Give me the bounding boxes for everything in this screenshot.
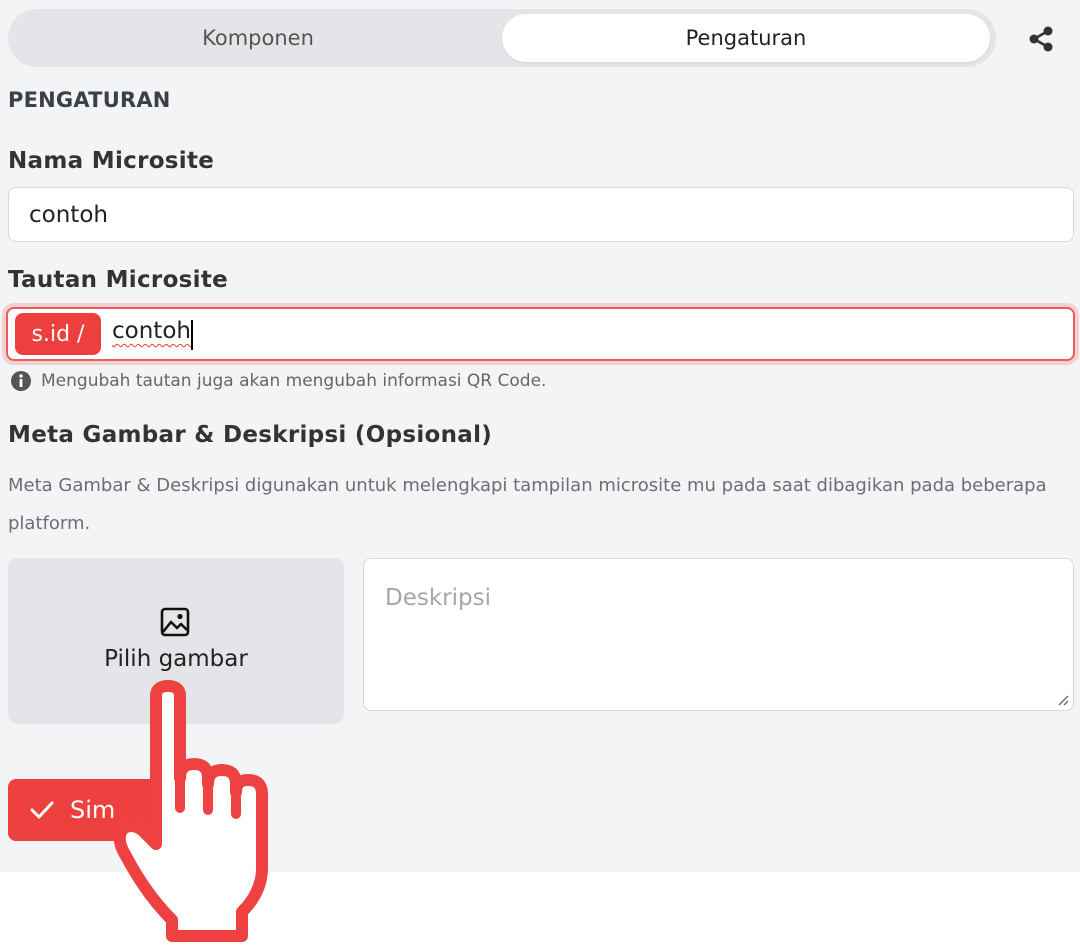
resize-handle-icon[interactable] [1057, 694, 1069, 706]
choose-image-label: Pilih gambar [104, 646, 248, 672]
image-icon [160, 607, 190, 637]
description-textarea[interactable]: Deskripsi [363, 558, 1074, 711]
tautan-hint: Mengubah tautan juga akan mengubah infor… [10, 370, 546, 392]
tautan-microsite-value: contoh [112, 318, 191, 344]
tab-bar: Komponen Pengaturan [8, 9, 996, 67]
tab-komponen[interactable]: Komponen [14, 14, 502, 62]
nama-microsite-label: Nama Microsite [8, 148, 215, 174]
nama-microsite-value: contoh [29, 201, 108, 228]
url-prefix-badge: s.id / [15, 313, 101, 355]
tautan-hint-text: Mengubah tautan juga akan mengubah infor… [41, 371, 547, 391]
info-icon [11, 371, 31, 391]
nama-microsite-input[interactable]: contoh [8, 187, 1074, 242]
check-icon [30, 801, 54, 819]
share-icon[interactable] [1024, 24, 1058, 54]
tautan-microsite-input[interactable]: s.id / contoh [6, 307, 1075, 361]
description-placeholder: Deskripsi [385, 585, 491, 611]
tautan-microsite-label: Tautan Microsite [8, 267, 229, 293]
section-title: PENGATURAN [8, 88, 171, 112]
text-caret [191, 320, 193, 350]
save-button-label: Sim [70, 796, 116, 824]
meta-description-text: Meta Gambar & Deskripsi digunakan untuk … [8, 475, 1047, 534]
meta-section-label: Meta Gambar & Deskripsi (Opsional) [8, 422, 493, 448]
hand-pointer-icon [113, 680, 268, 942]
tab-pengaturan[interactable]: Pengaturan [502, 14, 990, 62]
